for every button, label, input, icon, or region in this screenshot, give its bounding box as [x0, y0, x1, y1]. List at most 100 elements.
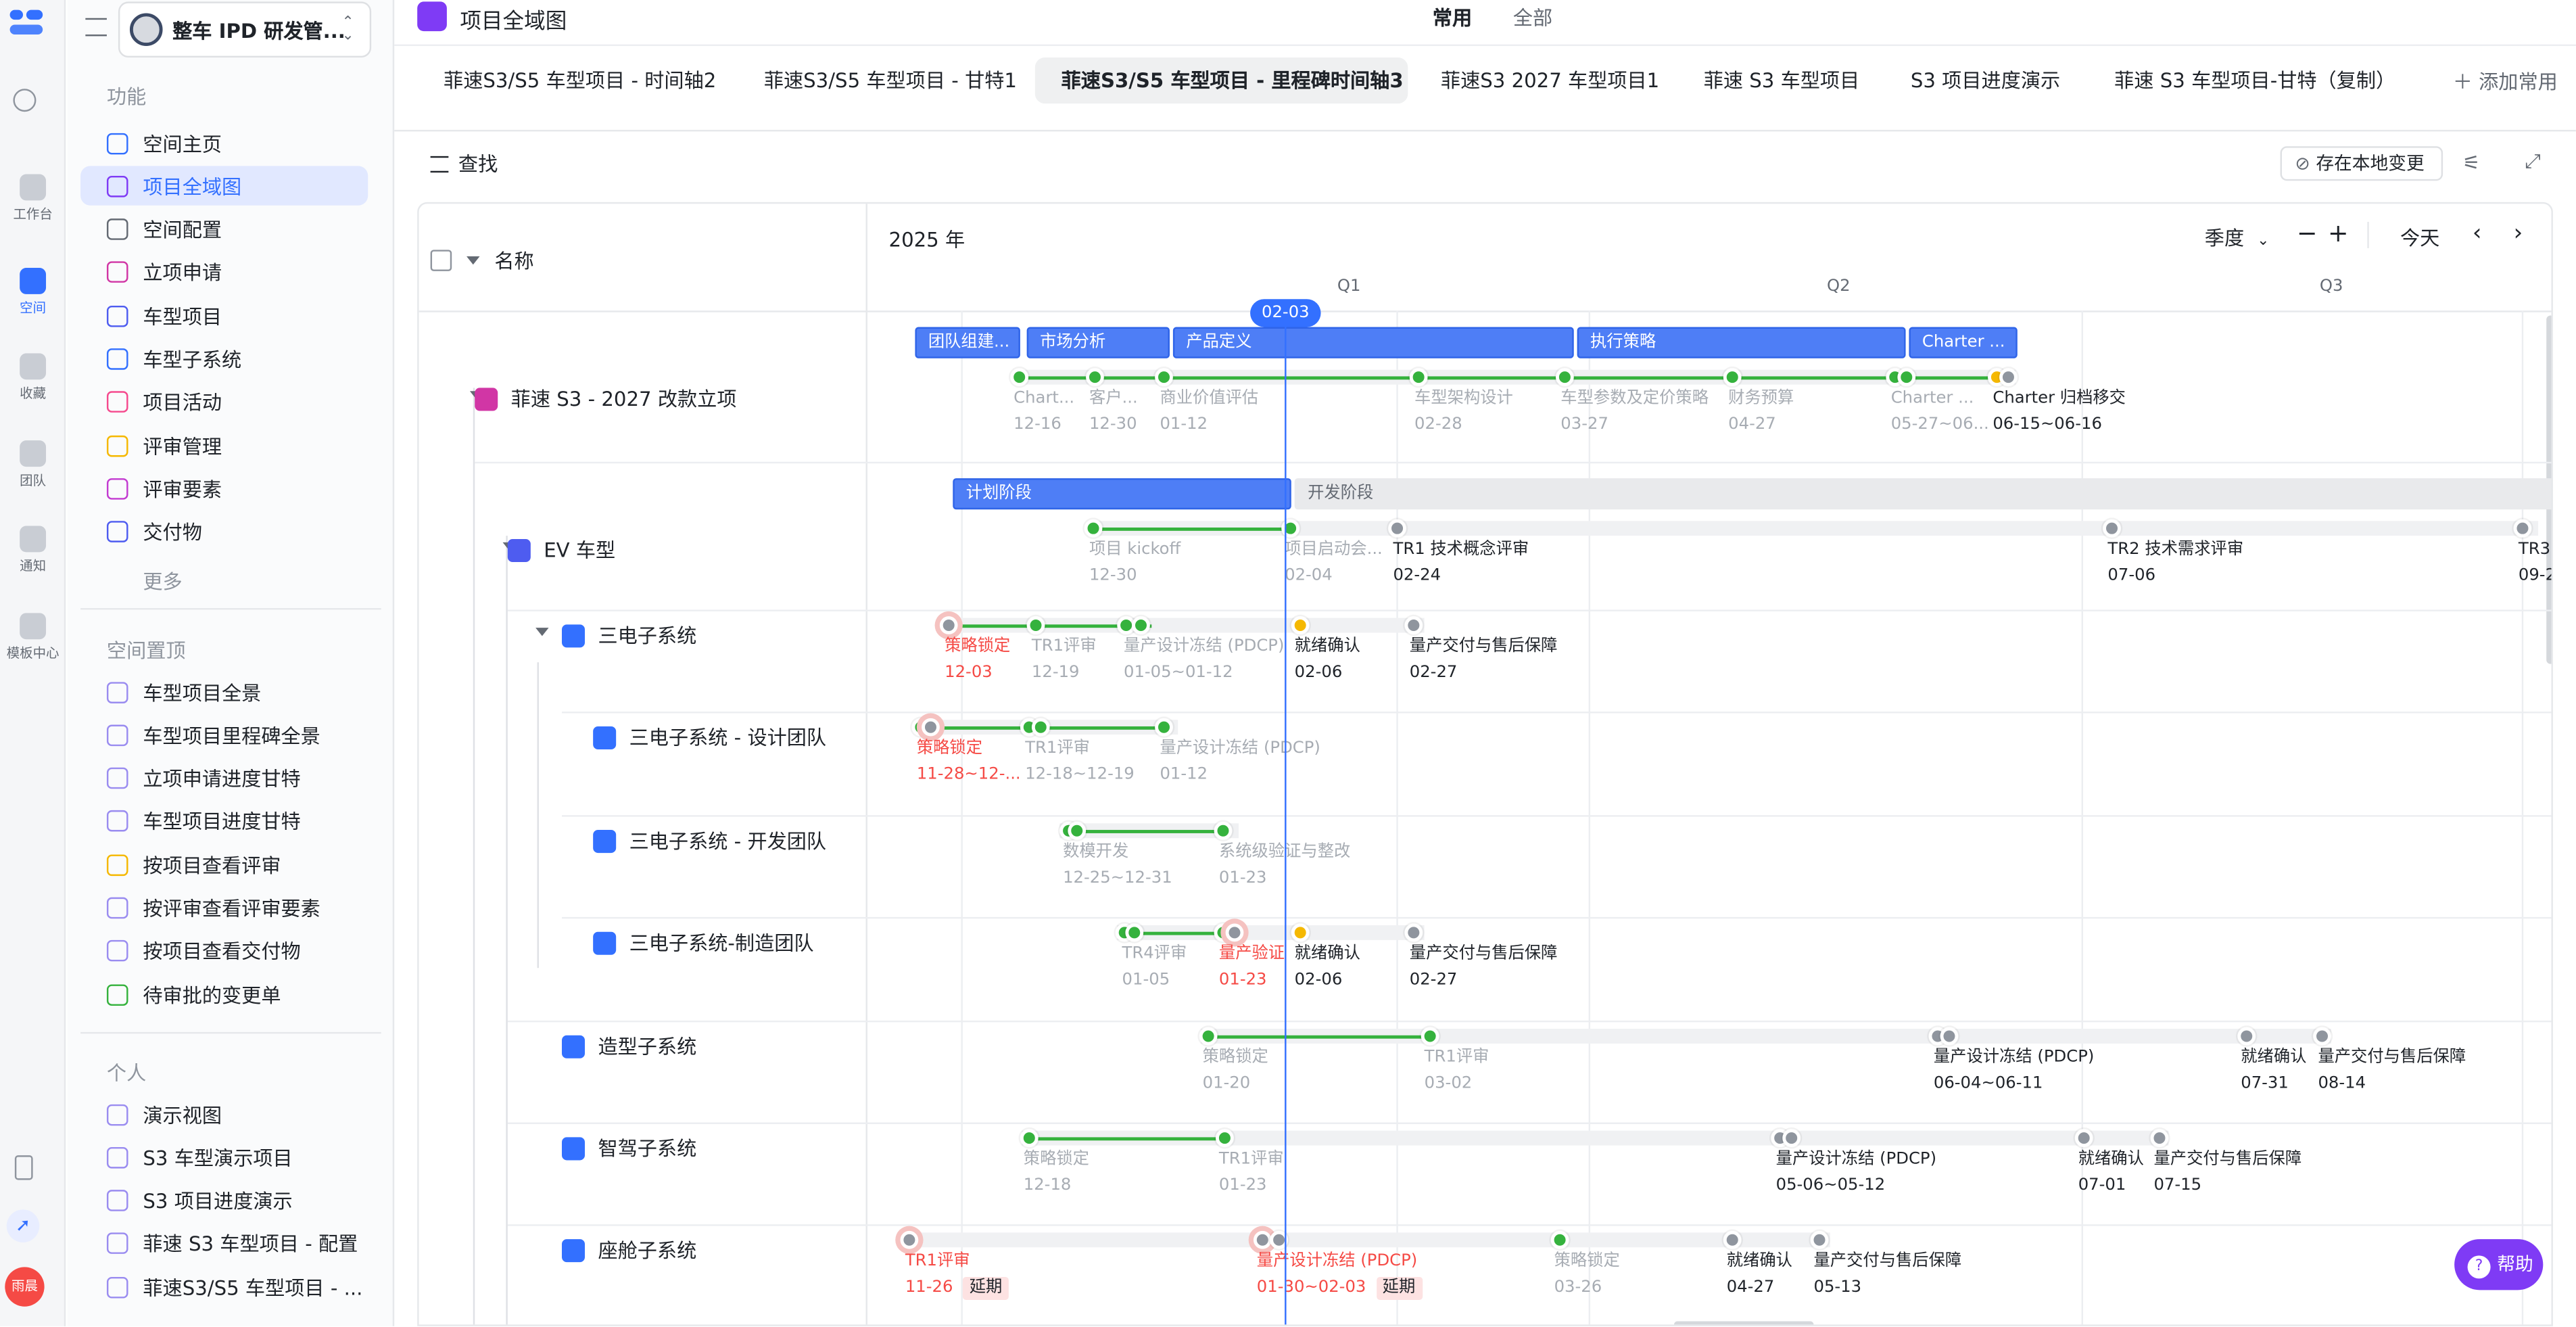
- milestone-marker[interactable]: [1999, 368, 2018, 387]
- prev-period-icon[interactable]: ‹: [2473, 220, 2482, 247]
- sidebar-item[interactable]: S3 项目进度演示: [80, 1181, 368, 1220]
- zoom-in-button[interactable]: +: [2328, 218, 2349, 248]
- sidebar-item[interactable]: 空间主页: [80, 123, 368, 162]
- tab-view-1[interactable]: 菲速S3/S5 车型项目 - 时间轴2: [417, 57, 742, 103]
- milestone-marker[interactable]: [1409, 368, 1428, 387]
- sidebar-item[interactable]: 车型项目全景: [80, 672, 368, 712]
- horizontal-scrollbar[interactable]: [1673, 1321, 1814, 1325]
- phase-bar[interactable]: 执行策略: [1577, 327, 1906, 358]
- tab-view-7[interactable]: 菲速 S3 车型项目-甘特（复制）: [2088, 57, 2422, 103]
- row-name[interactable]: 三电子系统 - 开发团队: [593, 827, 826, 854]
- row-name[interactable]: 三电子系统 - 设计团队: [593, 723, 826, 751]
- sidebar-item[interactable]: 车型项目进度甘特: [80, 801, 368, 841]
- milestone-marker[interactable]: [2074, 1129, 2093, 1148]
- milestone-marker[interactable]: [2103, 519, 2121, 538]
- milestone-label[interactable]: 项目启动会... 02-04: [1285, 538, 1383, 590]
- milestone-marker[interactable]: [1810, 1230, 1829, 1249]
- milestone-label[interactable]: 量产交付与售后保障 07-15: [2153, 1147, 2301, 1200]
- settings-icon[interactable]: ⚟: [2462, 152, 2480, 174]
- milestone-label[interactable]: 量产设计冻结 (PDCP) 06-04~06-11: [1934, 1045, 2094, 1098]
- row-name[interactable]: 造型子系统: [561, 1032, 696, 1060]
- sidebar-item[interactable]: 按项目查看交付物: [80, 931, 368, 971]
- milestone-label[interactable]: 量产交付与售后保障 02-27: [1410, 941, 1558, 994]
- phase-bar[interactable]: 计划阶段: [953, 478, 1291, 510]
- sidebar-item[interactable]: 菲速 S3 车型项目 - 配置: [80, 1224, 368, 1263]
- rail-item-favorites[interactable]: 收藏: [0, 353, 66, 402]
- milestone-label[interactable]: TR1评审 11-26 延期: [905, 1249, 1009, 1302]
- milestone-label[interactable]: 车型架构设计 02-28: [1414, 386, 1513, 439]
- milestone-marker[interactable]: [1155, 718, 1173, 737]
- milestone-label[interactable]: 就绪确认 07-31: [2241, 1045, 2306, 1098]
- milestone-marker[interactable]: [1010, 368, 1029, 387]
- sidebar-more[interactable]: 更多: [143, 567, 182, 595]
- milestone-label[interactable]: 量产交付与售后保障 02-27: [1410, 634, 1558, 687]
- milestone-label[interactable]: 策略锁定 12-03: [945, 634, 1010, 687]
- milestone-marker[interactable]: [1291, 616, 1310, 634]
- phase-bar[interactable]: Charter ...: [1909, 327, 2018, 358]
- sidebar-item[interactable]: 项目全域图: [80, 166, 368, 206]
- sidebar-item[interactable]: 项目活动: [80, 383, 368, 422]
- sidebar-item[interactable]: 按评审查看评审要素: [80, 888, 368, 927]
- milestone-label[interactable]: TR4评审 01-05: [1122, 941, 1187, 994]
- row-name[interactable]: 三电子系统-制造团队: [593, 929, 814, 956]
- app-logo[interactable]: [9, 9, 46, 37]
- milestone-label[interactable]: TR3 09-2: [2519, 538, 2552, 590]
- milestone-label[interactable]: 量产验证 01-23: [1219, 941, 1285, 994]
- milestone-marker[interactable]: [1782, 1129, 1801, 1148]
- milestone-marker[interactable]: [1404, 616, 1423, 634]
- milestone-label[interactable]: Chart... 12-16: [1013, 386, 1074, 439]
- milestone-label[interactable]: 商业价值评估 01-12: [1160, 386, 1258, 439]
- rail-item-notifications[interactable]: 通知: [0, 526, 66, 576]
- milestone-marker[interactable]: [1291, 923, 1310, 942]
- milestone-label[interactable]: 数模开发 12-25~12-31: [1063, 840, 1172, 893]
- sidebar-item[interactable]: 立项申请进度甘特: [80, 759, 368, 798]
- milestone-marker[interactable]: [2150, 1129, 2169, 1148]
- milestone-label[interactable]: TR1评审 12-18~12-19: [1025, 737, 1135, 789]
- milestone-label[interactable]: 量产设计冻结 (PDCP) 01-12: [1160, 737, 1320, 789]
- filter-common[interactable]: 常用: [1433, 3, 1472, 31]
- sidebar-item[interactable]: 车型项目里程碑全景: [80, 716, 368, 755]
- avatar[interactable]: 雨晨: [5, 1267, 45, 1307]
- row-name[interactable]: 智驾子系统: [561, 1134, 696, 1162]
- rail-item-team[interactable]: 团队: [0, 440, 66, 490]
- sidebar-item[interactable]: 按项目查看评审: [80, 845, 368, 884]
- sidebar-item[interactable]: 车型子系统: [80, 340, 368, 379]
- milestone-marker[interactable]: [1388, 519, 1406, 538]
- sidebar-item[interactable]: 菲速S3/S5 车型项目 - ...: [80, 1267, 368, 1307]
- workspace-switcher[interactable]: 整车 IPD 研发管... ⌃ ⌄: [118, 1, 372, 58]
- milestone-label[interactable]: TR1评审 01-23: [1219, 1147, 1284, 1200]
- milestone-marker[interactable]: [1214, 821, 1233, 840]
- tab-view-3[interactable]: 菲速S3/S5 车型项目 - 里程碑时间轴3: [1034, 57, 1408, 104]
- milestone-marker[interactable]: [1068, 821, 1087, 840]
- zoom-out-button[interactable]: −: [2297, 218, 2318, 248]
- milestone-label[interactable]: 量产交付与售后保障 08-14: [2318, 1045, 2466, 1098]
- tab-view-6[interactable]: S3 项目进度演示: [1884, 57, 2086, 103]
- today-button[interactable]: 今天: [2400, 223, 2439, 251]
- milestone-label[interactable]: 项目 kickoff 12-30: [1089, 538, 1180, 590]
- tab-view-4[interactable]: 菲速S3 2027 车型项目1: [1414, 57, 1686, 103]
- milestone-marker[interactable]: [1125, 923, 1144, 942]
- milestone-label[interactable]: 车型参数及定价策略 03-27: [1560, 386, 1709, 439]
- milestone-marker[interactable]: [1086, 368, 1104, 387]
- milestone-marker[interactable]: [1723, 368, 1742, 387]
- tab-view-2[interactable]: 菲速S3/S5 车型项目 - 甘特1: [738, 57, 1043, 103]
- fullscreen-icon[interactable]: ⤢: [2525, 149, 2541, 174]
- find-button[interactable]: 查找: [430, 149, 498, 177]
- milestone-marker[interactable]: [1404, 923, 1423, 942]
- milestone-marker[interactable]: [1031, 718, 1050, 737]
- phase-bar[interactable]: 团队组建...: [915, 327, 1020, 358]
- milestone-marker[interactable]: [1253, 1230, 1272, 1249]
- milestone-label[interactable]: 就绪确认 04-27: [1727, 1249, 1792, 1302]
- milestone-label[interactable]: 财务预算 04-27: [1728, 386, 1794, 439]
- sidebar-item[interactable]: 评审管理: [80, 426, 368, 465]
- filter-all[interactable]: 全部: [1513, 3, 1552, 31]
- milestone-label[interactable]: TR1 技术概念评审 02-24: [1393, 538, 1529, 590]
- mobile-icon[interactable]: [14, 1155, 33, 1180]
- milestone-label[interactable]: 策略锁定 03-26: [1554, 1249, 1620, 1302]
- milestone-label[interactable]: 就绪确认 02-06: [1295, 941, 1360, 994]
- milestone-label[interactable]: TR1评审 12-19: [1032, 634, 1097, 687]
- milestone-label[interactable]: 客户... 12-30: [1089, 386, 1138, 439]
- milestone-marker[interactable]: [900, 1230, 919, 1249]
- select-all-checkbox[interactable]: [430, 250, 452, 271]
- sidebar-item[interactable]: 演示视图: [80, 1094, 368, 1134]
